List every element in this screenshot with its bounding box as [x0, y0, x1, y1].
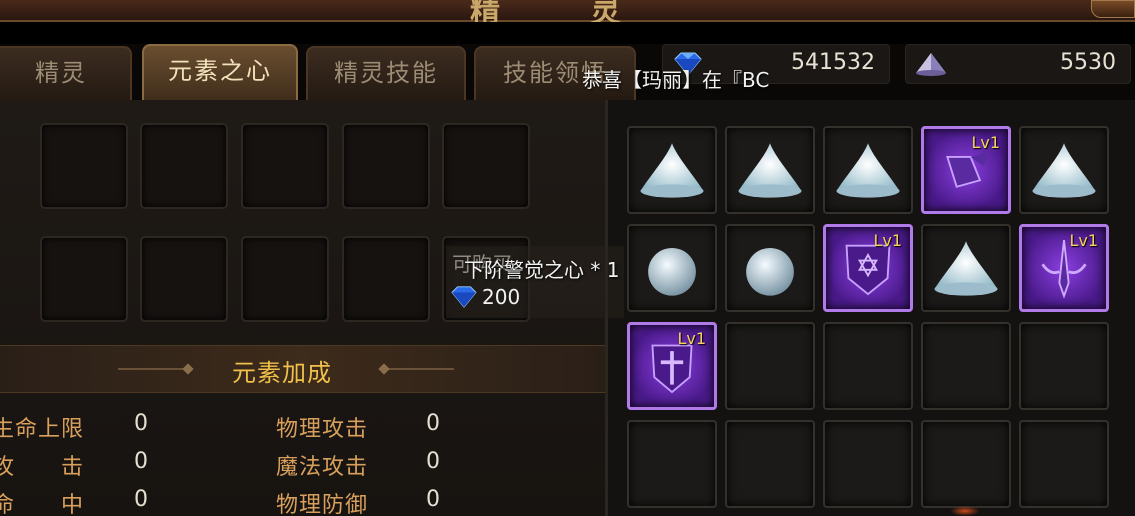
stat-value: 0 [426, 487, 440, 512]
flame-effect [950, 506, 980, 516]
heart-slot[interactable] [241, 236, 329, 322]
heart-slot[interactable] [342, 236, 430, 322]
tab-spirit-skills[interactable]: 精灵技能 [306, 46, 466, 100]
pearl-orb-icon [746, 247, 794, 296]
heart-slot[interactable] [140, 236, 228, 322]
inventory-empty-cell[interactable] [1019, 322, 1109, 410]
crystal-pile-icon [836, 143, 900, 198]
tooltip-item-name: 下阶警觉之心 * 1 [464, 258, 620, 282]
inventory-empty-cell[interactable] [921, 322, 1011, 410]
heart-slot[interactable] [40, 236, 128, 322]
stat-value: 0 [426, 411, 440, 436]
stat-label: 物理防御 [276, 493, 369, 516]
inventory-empty-cell[interactable] [921, 420, 1011, 508]
crystal-pile-icon [1032, 143, 1096, 198]
stat-value: 0 [134, 487, 148, 512]
heart-slot[interactable] [241, 123, 329, 209]
inventory-item-cross-shield-heart[interactable]: Lv1 [627, 322, 717, 410]
inventory-item-crystal-pile[interactable] [921, 224, 1011, 312]
inventory-empty-cell[interactable] [823, 420, 913, 508]
inventory-item-pearl-orb[interactable] [627, 224, 717, 312]
item-level-badge: Lv1 [873, 231, 902, 250]
stat-value: 0 [134, 449, 148, 474]
stat-value: 0 [426, 449, 440, 474]
crystal-pile-icon [640, 143, 704, 198]
crystal-pile-icon [738, 143, 802, 198]
stat-label: 魔法攻击 [276, 455, 369, 480]
heart-slot[interactable] [442, 123, 530, 209]
inventory-item-wing-boot-heart[interactable]: Lv1 [921, 126, 1011, 214]
crystal-pile-icon [934, 241, 998, 296]
pearl-orb-icon [648, 247, 696, 296]
tab-element-heart[interactable]: 元素之心 [142, 44, 298, 102]
stat-label: 命 中 [0, 493, 85, 516]
inventory-empty-cell[interactable] [627, 420, 717, 508]
item-level-badge: Lv1 [1069, 231, 1098, 250]
tab-spirit[interactable]: 精灵 [0, 46, 132, 100]
inventory-item-crystal-pile[interactable] [1019, 126, 1109, 214]
tab-bar: 精灵 元素之心 精灵技能 技能领悟 [0, 44, 660, 102]
inventory-empty-cell[interactable] [823, 322, 913, 410]
close-corner-button[interactable] [1091, 0, 1135, 18]
inventory-empty-cell[interactable] [725, 420, 815, 508]
element-bonus-title: 元素加成 [232, 359, 332, 387]
header-band [0, 22, 1135, 44]
inventory-item-pearl-orb[interactable] [725, 224, 815, 312]
window-top-frame: 精 灵 [0, 0, 1135, 29]
item-level-badge: Lv1 [677, 329, 706, 348]
inventory-item-crystal-pile[interactable] [725, 126, 815, 214]
heart-slot[interactable] [140, 123, 228, 209]
tooltip-price: 200 [482, 285, 521, 309]
item-level-badge: Lv1 [971, 133, 1000, 152]
stat-label: 攻 击 [0, 455, 85, 480]
blue-diamond-icon [451, 286, 477, 308]
inventory-item-crystal-pile[interactable] [823, 126, 913, 214]
stat-label: 物理攻击 [276, 417, 369, 442]
inventory-item-star-shield-heart[interactable]: Lv1 [823, 224, 913, 312]
inventory-empty-cell[interactable] [725, 322, 815, 410]
stat-label: 生命上限 [0, 417, 85, 442]
crystal-count: 5530 [1060, 50, 1116, 75]
broadcast-message: 恭喜【玛丽】在『BC [582, 68, 770, 92]
ornament-divider [384, 368, 454, 370]
inventory-item-flame-sword-heart[interactable]: Lv1 [1019, 224, 1109, 312]
heart-slot[interactable] [40, 123, 128, 209]
crystal-currency: 5530 [905, 44, 1131, 84]
inventory-empty-cell[interactable] [1019, 420, 1109, 508]
heart-slot[interactable] [342, 123, 430, 209]
ornament-divider [118, 368, 188, 370]
gem-count: 541532 [791, 50, 875, 75]
inventory-item-crystal-pile[interactable] [627, 126, 717, 214]
crystal-cone-icon [916, 53, 946, 76]
stat-value: 0 [134, 411, 148, 436]
